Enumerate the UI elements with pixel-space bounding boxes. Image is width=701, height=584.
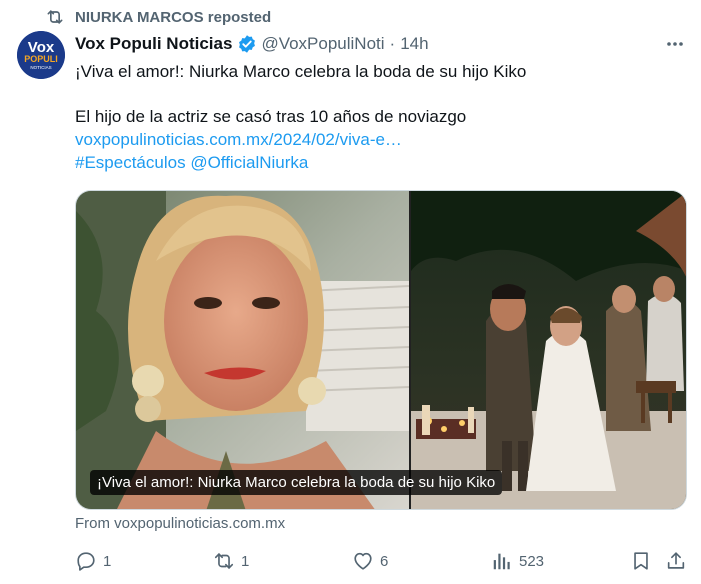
- avatar[interactable]: Vox POPULI NOTICIAS: [17, 31, 65, 79]
- like-button[interactable]: 6: [352, 548, 388, 574]
- verified-badge-icon: [239, 35, 256, 53]
- card-caption: ¡Viva el amor!: Niurka Marco celebra la …: [90, 470, 503, 495]
- repost-indicator[interactable]: NIURKA MARCOS reposted: [45, 6, 271, 28]
- share-button[interactable]: [665, 548, 693, 574]
- reply-button[interactable]: 1: [75, 548, 111, 574]
- tweet-header: Vox Populi Noticias @VoxPopuliNoti · 14h: [75, 33, 687, 55]
- views-button[interactable]: 523: [491, 548, 544, 574]
- repost-button[interactable]: 1: [213, 548, 249, 574]
- repost-label: NIURKA MARCOS reposted: [75, 8, 272, 26]
- avatar-text-bottom: NOTICIAS: [30, 65, 51, 70]
- tweet-text: ¡Viva el amor!: Niurka Marco celebra la …: [75, 60, 675, 174]
- card-source[interactable]: From voxpopulinoticias.com.mx: [75, 515, 285, 532]
- author-handle[interactable]: @VoxPopuliNoti: [261, 34, 384, 54]
- more-options-button[interactable]: [663, 33, 687, 55]
- avatar-text-mid: POPULI: [24, 54, 58, 64]
- views-icon: [493, 553, 510, 570]
- share-icon: [667, 552, 685, 569]
- bookmark-button[interactable]: [630, 548, 658, 574]
- timestamp[interactable]: 14h: [400, 34, 428, 54]
- reply-count: 1: [103, 552, 112, 570]
- tweet-headline: ¡Viva el amor!: Niurka Marco celebra la …: [75, 62, 527, 81]
- action-bar: 1 1 6 523: [75, 548, 687, 574]
- like-count: 6: [380, 552, 389, 570]
- repost-icon: [214, 553, 234, 569]
- hashtag-link[interactable]: #Espectáculos: [75, 153, 186, 172]
- bookmark-icon: [634, 552, 648, 570]
- article-link[interactable]: voxpopulinoticias.com.mx/2024/02/viva-e…: [75, 130, 402, 149]
- mention-link[interactable]: @OfficialNiurka: [190, 153, 308, 172]
- reply-icon: [77, 552, 95, 571]
- heart-icon: [354, 552, 372, 570]
- link-card[interactable]: ¡Viva el amor!: Niurka Marco celebra la …: [75, 190, 687, 510]
- repost-icon: [47, 10, 63, 24]
- separator-dot: ·: [389, 34, 396, 53]
- views-count: 523: [519, 552, 545, 570]
- card-image: [76, 191, 686, 509]
- author-name[interactable]: Vox Populi Noticias: [75, 34, 232, 54]
- tweet-body: El hijo de la actriz se casó tras 10 año…: [75, 107, 467, 126]
- repost-count: 1: [241, 552, 250, 570]
- more-icon: [667, 42, 683, 46]
